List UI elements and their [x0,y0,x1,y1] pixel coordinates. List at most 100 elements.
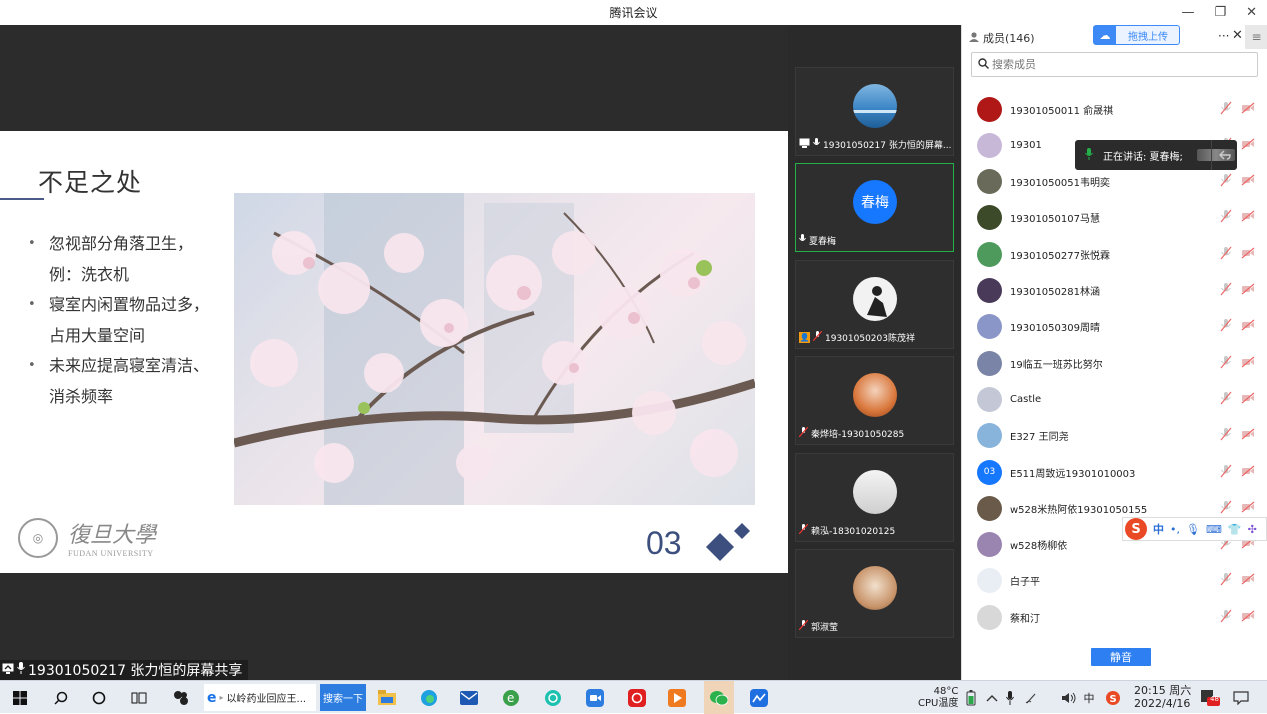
task-view-icon[interactable] [128,681,150,714]
mic-muted-icon[interactable] [1220,246,1232,263]
ime-toolbar[interactable]: S 中 •, 🎙 ⌨ 👕 ✣ [1122,517,1267,541]
app-icon[interactable] [168,681,194,714]
mic-muted-icon[interactable] [1220,609,1232,626]
participant-name: 赖泓-18301020125 [811,527,896,537]
camera-off-icon[interactable] [1241,174,1255,189]
edge-browser-icon[interactable] [416,681,442,714]
sogou-tray-icon[interactable]: S [1104,681,1122,714]
mail-icon[interactable] [456,681,482,714]
reply-arrow-icon[interactable] [1211,140,1237,170]
mic-muted-icon[interactable] [1220,391,1232,408]
pen-icon[interactable] [1022,681,1040,714]
member-row[interactable]: 白子平 [962,563,1267,599]
mic-muted-icon[interactable] [1220,355,1232,372]
video-strip[interactable]: 19301050217 张力恒的屏幕... 春梅 夏春梅 👤 193010502… [788,25,961,680]
action-center-icon[interactable] [1230,681,1252,714]
drag-upload-button[interactable]: ☁ 拖拽上传 [1093,25,1180,45]
close-panel-button[interactable]: ✕ [1232,28,1243,43]
mic-muted-icon[interactable] [1220,464,1232,481]
camera-off-icon[interactable] [1241,428,1255,443]
member-row[interactable]: Castle [962,381,1267,417]
notification-center-icon[interactable]: 48 [1198,681,1224,714]
camera-off-icon[interactable] [1241,465,1255,480]
mic-muted-icon[interactable] [1220,500,1232,517]
ime-lang-toggle[interactable]: 中 [1153,521,1164,537]
member-search-box[interactable] [971,52,1258,77]
video-tile[interactable]: 秦烨培-19301050285 [795,356,954,445]
participant-name: 19301050203陈茂祥 [825,334,915,344]
close-button[interactable]: ✕ [1246,5,1257,20]
camera-off-icon[interactable] [1241,501,1255,516]
member-row[interactable]: 03 E511周致远19301010003 [962,454,1267,490]
mic-muted-icon[interactable] [1220,173,1232,190]
member-row[interactable]: E327 王同尧 [962,418,1267,454]
member-search-input[interactable] [992,58,1232,71]
mic-muted-icon[interactable] [1220,282,1232,299]
mic-muted-icon[interactable] [1220,318,1232,335]
video-tile[interactable]: 19301050217 张力恒的屏幕... [795,67,954,156]
toolbox-icon[interactable]: ✣ [1248,523,1257,536]
lark-app-icon[interactable] [746,681,772,714]
cpu-temperature[interactable]: 48°C CPU温度 [918,681,958,714]
mic-muted-icon[interactable] [1220,101,1232,118]
member-row[interactable]: 19301050277张悦霖 [962,236,1267,272]
search-icon[interactable] [50,681,72,714]
search-go-button[interactable]: 搜索一下 [320,684,366,711]
tencent-meeting-icon[interactable] [582,681,608,714]
member-row[interactable]: 蔡和汀 [962,599,1267,635]
punctuation-icon[interactable]: •, [1170,523,1180,536]
sogou-logo-icon[interactable]: S [1125,518,1147,540]
video-tile[interactable]: 👤 19301050203陈茂祥 [795,260,954,349]
volume-icon[interactable] [1060,681,1078,714]
voice-input-icon[interactable]: 🎙 [1186,523,1200,536]
video-player-icon[interactable] [664,681,690,714]
camera-off-icon[interactable] [1241,356,1255,371]
video-tile[interactable]: 郭淑莹 [795,549,954,638]
member-row[interactable]: 19301050107马慧 [962,200,1267,236]
mic-muted-icon[interactable] [1220,572,1232,589]
member-row[interactable]: 19301050309周晴 [962,309,1267,345]
netease-music-icon[interactable] [624,681,650,714]
camera-off-icon[interactable] [1241,210,1255,225]
browser-app-icon[interactable] [540,681,566,714]
member-avatar [977,314,1002,340]
windows-start-icon[interactable] [8,681,32,714]
ie-icon[interactable]: e [498,681,524,714]
video-tile[interactable]: 赖泓-18301020125 [795,453,954,542]
panel-menu-button[interactable]: ≡ [1245,25,1267,49]
more-options-button[interactable]: ··· [1218,29,1229,43]
skin-icon[interactable]: 👕 [1228,523,1242,536]
member-row[interactable]: 19临五一班苏比努尔 [962,345,1267,381]
cortana-icon[interactable] [88,681,110,714]
member-name: E327 王同尧 [1010,432,1069,444]
browser-taskbar-item[interactable]: e ▸ 以岭药业回应王... [204,684,316,711]
camera-off-icon[interactable] [1241,138,1255,153]
system-clock[interactable]: 20:15 周六 2022/4/16 [1134,684,1191,710]
fudan-logo: ◎ 復旦大學 FUDAN UNIVERSITY [18,517,156,558]
mic-icon[interactable] [1002,681,1018,714]
member-row[interactable]: 19301050011 俞晟祺 [962,91,1267,127]
participant-name: 夏春梅 [809,237,837,247]
mic-muted-icon[interactable] [1220,427,1232,444]
wechat-icon[interactable] [704,681,734,714]
camera-off-icon[interactable] [1241,610,1255,625]
member-row[interactable]: 19301050281林涵 [962,273,1267,309]
keyboard-icon[interactable]: ⌨ [1206,523,1222,536]
maximize-button[interactable]: ❐ [1214,5,1226,20]
battery-icon[interactable] [962,681,980,714]
member-name: 19301050309周晴 [1010,323,1100,335]
show-hidden-icons[interactable] [984,681,1000,714]
camera-off-icon[interactable] [1241,247,1255,262]
camera-off-icon[interactable] [1241,319,1255,334]
camera-off-icon[interactable] [1241,392,1255,407]
minimize-button[interactable]: — [1181,5,1194,20]
camera-off-icon[interactable] [1241,283,1255,298]
mic-muted-icon[interactable] [1220,209,1232,226]
video-tile-active[interactable]: 春梅 夏春梅 [795,163,954,252]
file-explorer-icon[interactable] [374,681,400,714]
camera-off-icon[interactable] [1241,102,1255,117]
mute-all-button[interactable]: 静音 [1091,648,1151,666]
mic-active-icon [1085,147,1093,163]
ime-lang-indicator[interactable]: 中 [1080,681,1098,714]
camera-off-icon[interactable] [1241,573,1255,588]
